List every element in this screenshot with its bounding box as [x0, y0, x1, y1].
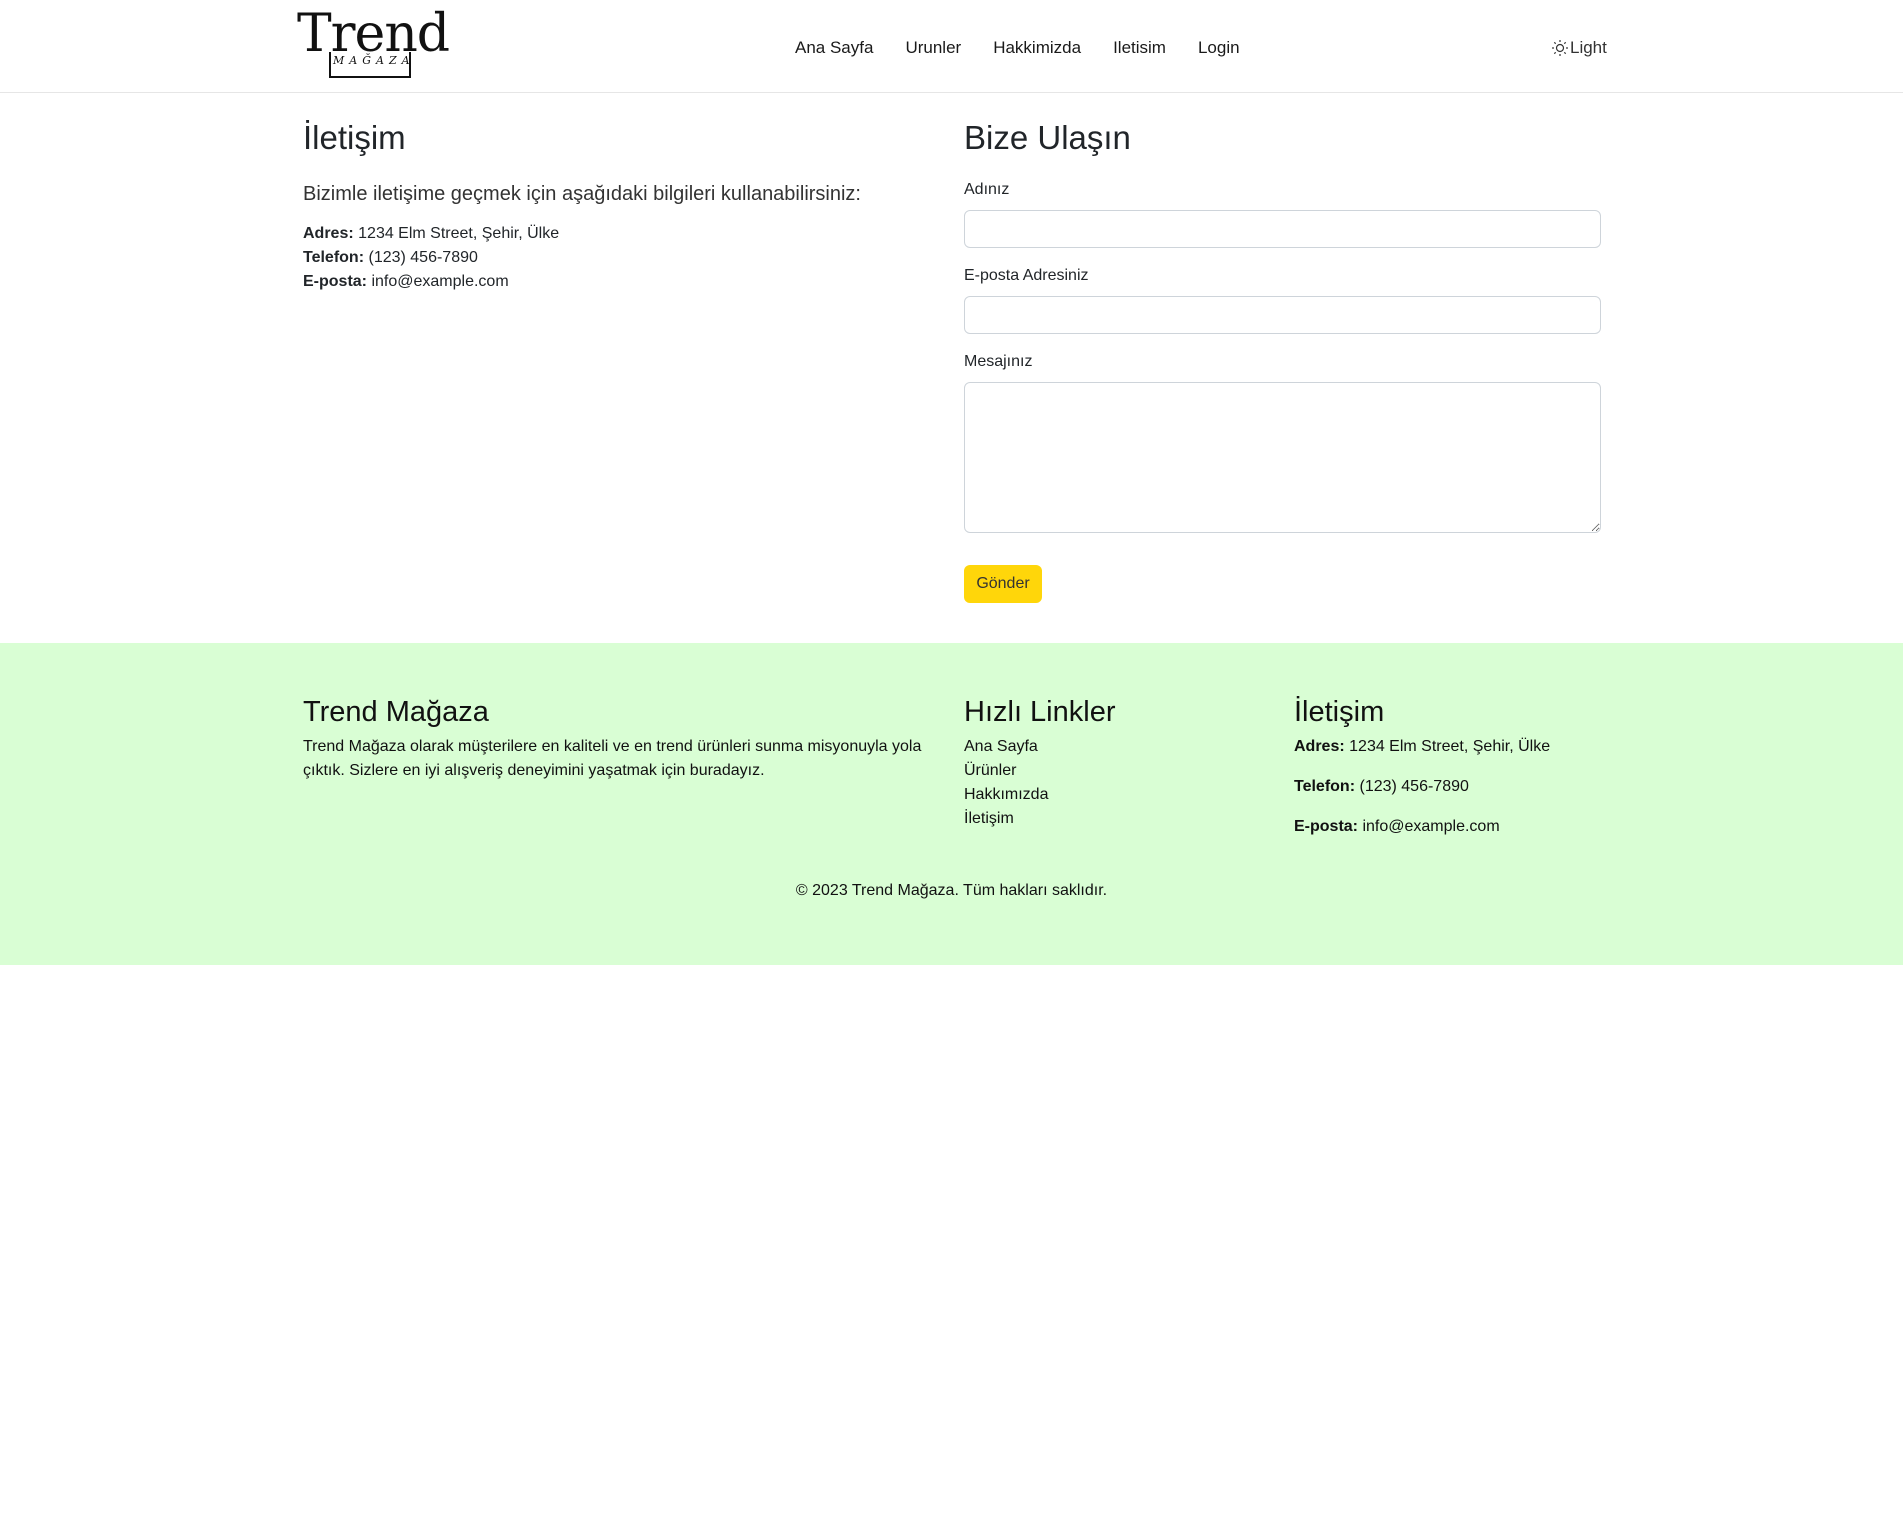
- nav-link-contact[interactable]: Iletisim: [1113, 36, 1166, 60]
- message-label: Mesajınız: [964, 353, 1033, 370]
- footer-links-list: Ana Sayfa Ürünler Hakkımızda İletişim: [964, 735, 1264, 831]
- footer-contact-title: İletişim: [1294, 696, 1385, 728]
- nav-link-home[interactable]: Ana Sayfa: [795, 36, 873, 60]
- footer-address: Adres: 1234 Elm Street, Şehir, Ülke: [1294, 735, 1614, 759]
- phone-line: Telefon: (123) 456-7890: [303, 246, 933, 270]
- footer-phone: Telefon: (123) 456-7890: [1294, 775, 1614, 799]
- name-label: Adınız: [964, 181, 1010, 198]
- footer: Trend Mağaza Trend Mağaza olarak müşteri…: [0, 643, 1903, 965]
- main-nav: Ana Sayfa Urunler Hakkimizda Iletisim Lo…: [795, 36, 1272, 60]
- copyright-text: © 2023 Trend Mağaza. Tüm hakları saklıdı…: [795, 882, 1108, 899]
- footer-address-value: 1234 Elm Street, Şehir, Ülke: [1349, 738, 1551, 755]
- contact-info-lead: Bizimle iletişime geçmek için aşağıdaki …: [303, 183, 861, 205]
- footer-link-home[interactable]: Ana Sayfa: [964, 735, 1264, 759]
- theme-toggle-button[interactable]: Light: [1551, 36, 1607, 60]
- footer-address-label: Adres:: [1294, 738, 1345, 755]
- email-input[interactable]: [964, 296, 1601, 334]
- phone-value: (123) 456-7890: [368, 249, 478, 266]
- footer-links-title: Hızlı Linkler: [964, 696, 1116, 728]
- footer-link-contact[interactable]: İletişim: [964, 807, 1264, 831]
- contact-info-title: İletişim: [303, 119, 406, 156]
- footer-link-products[interactable]: Ürünler: [964, 759, 1264, 783]
- footer-about: Trend Mağaza Trend Mağaza olarak müşteri…: [303, 695, 933, 783]
- footer-email-value: info@example.com: [1362, 818, 1500, 835]
- submit-button[interactable]: Gönder: [964, 565, 1042, 603]
- phone-label: Telefon:: [303, 249, 365, 266]
- footer-email-label: E-posta:: [1294, 818, 1358, 835]
- email-field-label: E-posta Adresiniz: [964, 267, 1089, 284]
- email-label: E-posta:: [303, 273, 367, 290]
- brand-logo[interactable]: Trend MAĞAZA: [297, 8, 450, 82]
- message-group: Mesajınız: [964, 350, 1601, 533]
- theme-toggle-label: Light: [1570, 38, 1607, 57]
- footer-phone-value: (123) 456-7890: [1359, 778, 1469, 795]
- footer-link-about[interactable]: Hakkımızda: [964, 783, 1264, 807]
- footer-email: E-posta: info@example.com: [1294, 815, 1614, 839]
- contact-form-section: Bize Ulaşın Adınız E-posta Adresiniz Mes…: [964, 118, 1601, 603]
- name-group: Adınız: [964, 178, 1601, 248]
- navbar: Trend MAĞAZA Ana Sayfa Urunler Hakkimizd…: [0, 0, 1903, 93]
- contact-form-title: Bize Ulaşın: [964, 119, 1131, 156]
- message-textarea[interactable]: [964, 382, 1601, 533]
- footer-quick-links: Hızlı Linkler Ana Sayfa Ürünler Hakkımız…: [964, 695, 1264, 831]
- contact-details: Adres: 1234 Elm Street, Şehir, Ülke Tele…: [303, 222, 933, 294]
- address-value: 1234 Elm Street, Şehir, Ülke: [358, 225, 560, 242]
- nav-link-about[interactable]: Hakkimizda: [993, 36, 1081, 60]
- email-line: E-posta: info@example.com: [303, 270, 933, 294]
- nav-link-login[interactable]: Login: [1198, 36, 1240, 60]
- footer-contact: İletişim Adres: 1234 Elm Street, Şehir, …: [1294, 695, 1614, 839]
- footer-about-title: Trend Mağaza: [303, 696, 489, 728]
- address-line: Adres: 1234 Elm Street, Şehir, Ülke: [303, 222, 933, 246]
- contact-info-section: İletişim Bizimle iletişime geçmek için a…: [303, 118, 933, 294]
- email-group: E-posta Adresiniz: [964, 264, 1601, 334]
- email-value: info@example.com: [371, 273, 509, 290]
- footer-about-text: Trend Mağaza olarak müşterilere en kalit…: [303, 738, 922, 779]
- footer-phone-label: Telefon:: [1294, 778, 1356, 795]
- sun-icon: [1552, 40, 1568, 56]
- name-input[interactable]: [964, 210, 1601, 248]
- nav-link-products[interactable]: Urunler: [905, 36, 961, 60]
- logo-subtitle: MAĞAZA: [333, 54, 415, 67]
- address-label: Adres:: [303, 225, 354, 242]
